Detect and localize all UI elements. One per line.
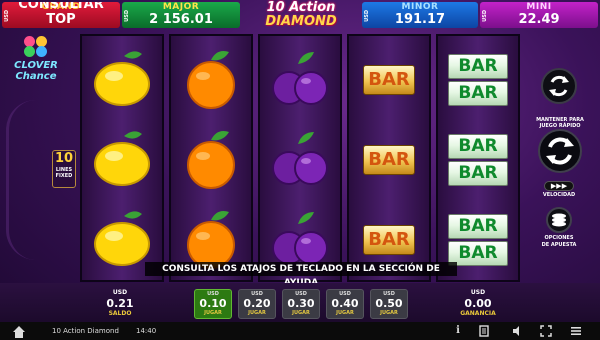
bar-symbol: BAR (349, 40, 429, 120)
win-value: 0.00 (464, 297, 492, 310)
fullscreen-icon[interactable] (540, 325, 552, 337)
home-icon[interactable] (12, 324, 26, 338)
clover-subtitle: Chance (15, 71, 57, 82)
jackpot-name: MAJOR (162, 2, 200, 12)
clover-chance-badge: CLOVER Chance (8, 36, 64, 96)
decorative-scroll (6, 100, 46, 260)
spin-hint-label: MANTENER PARA JUEGO RÁPIDO (536, 117, 584, 129)
bet-value: 0.40 (331, 297, 359, 310)
bet-value: 0.10 (199, 297, 227, 310)
menu-icon[interactable] (570, 325, 582, 337)
jackpot-mini: USD MINI 22.49 (480, 2, 598, 28)
jackpot-major: USD MAJOR 2 156.01 (122, 2, 240, 28)
reel-1 (80, 34, 164, 282)
bar-text: BAR (363, 225, 415, 255)
bet-options-label: OPCIONES DE APUESTA (541, 235, 577, 248)
double-bar-symbol: BAR BAR (438, 120, 518, 200)
jackpot-bar: USD GRAND CONSULTAR TOP USD MAJOR 2 156.… (0, 0, 600, 30)
lemon-symbol (82, 40, 162, 120)
lines-count: 10 (54, 151, 74, 166)
reel-5: BAR BAR BAR BAR BAR BAR (436, 34, 520, 282)
balance-value: 0.21 (106, 297, 134, 310)
jackpot-value: 191.17 (394, 12, 446, 27)
game-logo: 10 Action DIAMOND (244, 0, 358, 30)
lemon-symbol (82, 120, 162, 200)
status-bar: 10 Action Diamond 14:40 i (0, 322, 600, 340)
bet-value: 0.50 (375, 297, 403, 310)
bar-text: BAR (448, 81, 508, 106)
volume-icon[interactable] (512, 325, 524, 337)
balance-display: USD 0.21 SALDO (80, 289, 160, 318)
bet-option-button[interactable]: USD 0.40 JUGAR (326, 289, 364, 319)
reels-area: BAR BAR BAR BAR BAR BAR BAR BAR BAR (80, 34, 522, 282)
jackpot-value: 22.49 (518, 12, 560, 27)
reel-3 (258, 34, 342, 282)
win-currency: USD (470, 289, 486, 296)
clover-title: CLOVER (14, 60, 58, 71)
bet-options-button[interactable]: OPCIONES DE APUESTA (538, 207, 580, 257)
orange-symbol (171, 40, 251, 120)
bar-symbol: BAR (349, 120, 429, 200)
plum-symbol (260, 40, 340, 120)
lines-indicator: 10 LINES FIXED (52, 150, 76, 188)
jackpot-minor: USD MINOR 191.17 (362, 2, 478, 28)
bet-value: 0.30 (287, 297, 315, 310)
lines-fixed-label: FIXED (55, 173, 73, 179)
logo-line-2: DIAMOND (265, 14, 337, 29)
clover-icon (24, 36, 48, 58)
bet-label: JUGAR (292, 310, 310, 316)
bar-text: BAR (363, 145, 415, 175)
reel-4: BAR BAR BAR (347, 34, 431, 282)
bar-text: BAR (448, 54, 508, 79)
fast-forward-icon: ▶▶▶ (544, 181, 574, 191)
plum-symbol (260, 120, 340, 200)
balance-currency: USD (112, 289, 128, 296)
balance-label: SALDO (108, 310, 132, 317)
bet-label: JUGAR (248, 310, 266, 316)
reel-2 (169, 34, 253, 282)
info-icon[interactable]: i (452, 325, 464, 337)
game-name: 10 Action Diamond (52, 327, 119, 335)
win-display: USD 0.00 GANANCIA (438, 289, 518, 318)
double-bar-symbol: BAR BAR (438, 40, 518, 120)
spin-circle[interactable] (538, 129, 582, 173)
bet-value: 0.20 (243, 297, 271, 310)
bar-text: BAR (363, 65, 415, 95)
coins-icon (546, 207, 572, 233)
bet-option-button[interactable]: USD 0.20 JUGAR (238, 289, 276, 319)
speed-toggle[interactable]: ▶▶▶ VELOCIDAD (541, 181, 577, 201)
jackpot-name: MINOR (401, 2, 439, 12)
autoplay-icon (549, 75, 569, 97)
autoplay-button[interactable] (541, 68, 577, 104)
win-label: GANANCIA (460, 310, 496, 317)
clock: 14:40 (136, 327, 157, 335)
orange-symbol (171, 120, 251, 200)
bet-option-button[interactable]: USD 0.10 JUGAR (194, 289, 232, 319)
speed-label: VELOCIDAD (542, 192, 576, 198)
spin-icon (546, 137, 574, 165)
bet-option-button[interactable]: USD 0.30 JUGAR (282, 289, 320, 319)
bar-text: BAR (448, 241, 508, 266)
bet-option-button[interactable]: USD 0.50 JUGAR (370, 289, 408, 319)
jackpot-grand: USD GRAND CONSULTAR TOP (2, 2, 120, 28)
jackpot-value: CONSULTAR TOP (18, 2, 104, 27)
bet-label: JUGAR (336, 310, 354, 316)
help-message: CONSULTA LOS ATAJOS DE TECLADO EN LA SEC… (145, 262, 457, 288)
jackpot-value: 2 156.01 (149, 12, 213, 27)
bar-text: BAR (448, 161, 508, 186)
logo-line-1: 10 Action (266, 0, 336, 15)
paytable-icon[interactable] (478, 325, 490, 337)
bet-label: JUGAR (204, 310, 222, 316)
jackpot-name: MINI (526, 2, 552, 12)
bet-label: JUGAR (380, 310, 398, 316)
bar-text: BAR (448, 214, 508, 239)
bar-text: BAR (448, 134, 508, 159)
